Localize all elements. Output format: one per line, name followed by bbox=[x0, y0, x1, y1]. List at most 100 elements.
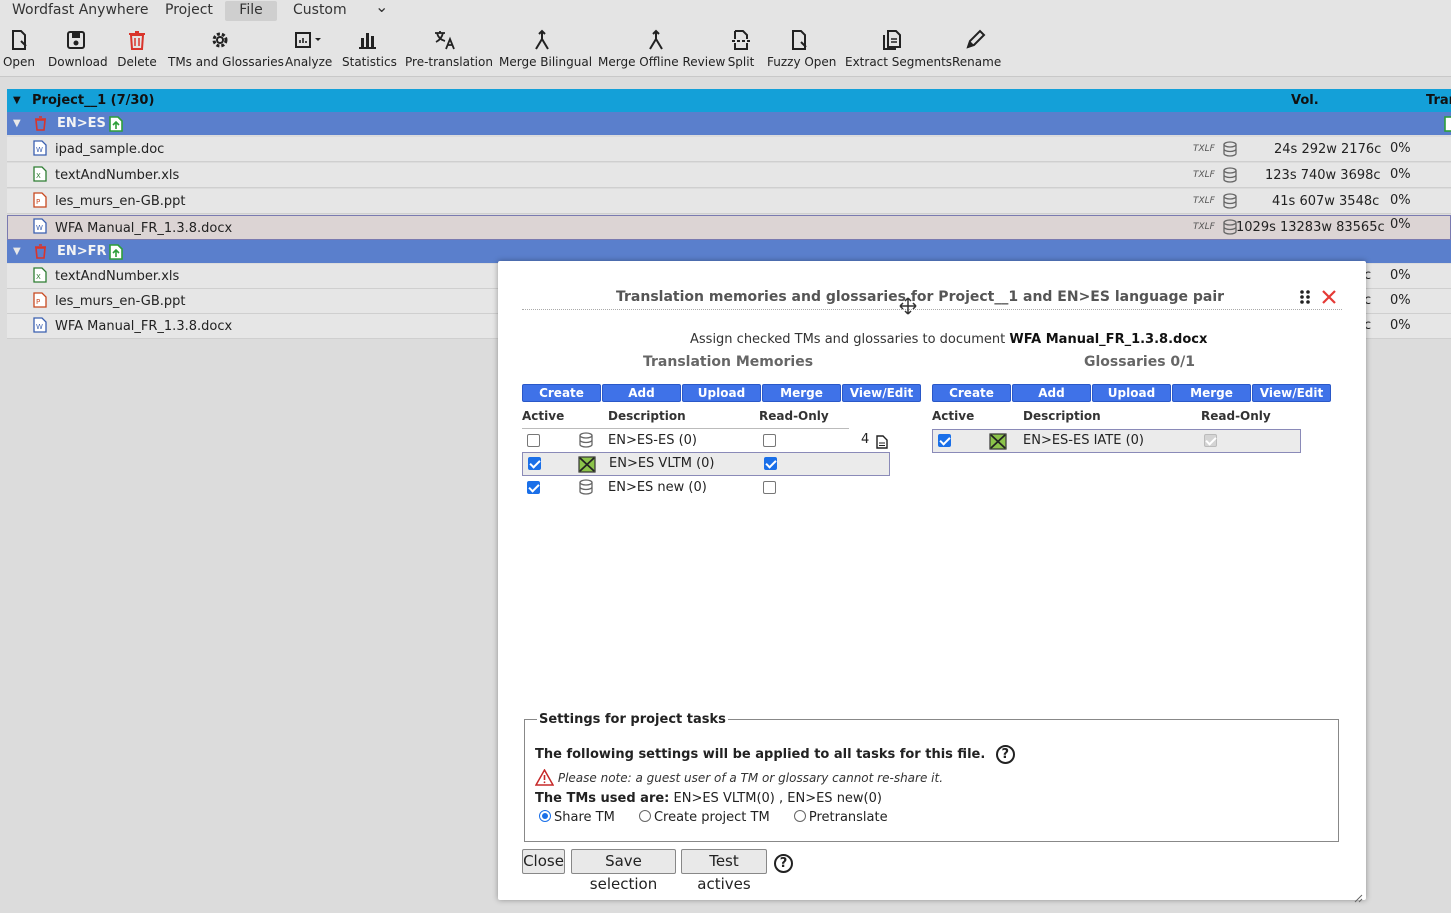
create-project-tm-radio[interactable] bbox=[638, 810, 651, 822]
tm-section-title: Translation Memories bbox=[643, 354, 814, 370]
file-pct: 0% bbox=[1390, 167, 1411, 182]
file-vol: 41s 607w 3548c bbox=[1272, 194, 1380, 209]
merge-icon bbox=[535, 29, 549, 50]
tm-row[interactable]: EN>ES new (0) bbox=[522, 476, 890, 500]
pretranslation-button[interactable]: Pre-translation bbox=[405, 27, 493, 73]
save-disk-icon bbox=[67, 31, 85, 49]
tm-button-row: Create Add Upload Merge View/Edit bbox=[522, 384, 922, 402]
merge-review-icon bbox=[649, 29, 663, 50]
database-icon[interactable] bbox=[1222, 167, 1238, 191]
analyze-button[interactable]: Analyze bbox=[285, 27, 332, 73]
statistics-label: Statistics bbox=[342, 55, 397, 69]
menu-app[interactable]: Wordfast Anywhere bbox=[6, 1, 154, 21]
glossary-merge-button[interactable]: Merge bbox=[1172, 384, 1251, 402]
tms-glossaries-button[interactable]: TMs and Glossaries bbox=[168, 27, 284, 73]
save-selection-button[interactable]: Save selection bbox=[571, 849, 676, 893]
excel-doc-icon: X bbox=[33, 267, 47, 291]
menu-bar: Wordfast Anywhere Project File Custom ⌄ bbox=[0, 0, 1451, 21]
help-icon[interactable]: ? bbox=[995, 745, 1015, 764]
close-x-icon[interactable] bbox=[1321, 289, 1337, 309]
tm-active-checkbox[interactable] bbox=[527, 434, 540, 447]
tm-add-button[interactable]: Add bbox=[602, 384, 681, 402]
tm-readonly-checkbox[interactable] bbox=[764, 457, 777, 470]
merge-bilingual-button[interactable]: Merge Bilingual bbox=[499, 27, 592, 73]
statistics-button[interactable]: Statistics bbox=[342, 27, 397, 73]
lang-row-en-es[interactable]: ▼ EN>ES bbox=[7, 112, 1451, 135]
extract-segments-button[interactable]: Extract Segments bbox=[845, 27, 952, 73]
fuzzy-open-button[interactable]: Fuzzy Open bbox=[767, 27, 836, 73]
tm-create-button[interactable]: Create bbox=[522, 384, 601, 402]
expand-caret-icon[interactable]: ▼ bbox=[13, 240, 21, 263]
glossary-active-checkbox[interactable] bbox=[938, 434, 951, 447]
tm-active-checkbox[interactable] bbox=[528, 457, 541, 470]
glossary-section-title: Glossaries 0/1 bbox=[1084, 354, 1196, 370]
resize-grip-icon[interactable] bbox=[1354, 888, 1363, 907]
tms-used-value: EN>ES VLTM(0) , EN>ES new(0) bbox=[673, 791, 882, 806]
test-actives-button[interactable]: Test actives bbox=[681, 849, 767, 893]
file-type: TXLF bbox=[1193, 196, 1215, 206]
tm-row-selected[interactable]: EN>ES VLTM (0) bbox=[522, 452, 890, 476]
pretranslate-option[interactable]: Pretranslate bbox=[793, 810, 888, 825]
split-doc-icon bbox=[732, 30, 750, 50]
tm-readonly-checkbox[interactable] bbox=[763, 434, 776, 447]
tm-description: EN>ES new (0) bbox=[608, 480, 707, 495]
file-name: les_murs_en-GB.ppt bbox=[55, 194, 186, 209]
download-button[interactable]: Download bbox=[48, 27, 108, 73]
tm-view-edit-button[interactable]: View/Edit bbox=[842, 384, 921, 402]
document-icon[interactable] bbox=[876, 434, 888, 453]
gear-icon bbox=[212, 32, 228, 48]
expand-caret-icon[interactable]: ▼ bbox=[13, 89, 21, 112]
file-row[interactable]: W ipad_sample.doc TXLF 24s 292w 2176c 0% bbox=[7, 137, 1451, 162]
menu-project[interactable]: Project bbox=[159, 1, 219, 21]
file-row[interactable]: X textAndNumber.xls TXLF 123s 740w 3698c… bbox=[7, 163, 1451, 188]
glossary-upload-button[interactable]: Upload bbox=[1092, 384, 1171, 402]
tm-upload-button[interactable]: Upload bbox=[682, 384, 761, 402]
open-label: Open bbox=[2, 55, 36, 69]
help-icon[interactable]: ? bbox=[774, 854, 793, 873]
glossary-view-edit-button[interactable]: View/Edit bbox=[1252, 384, 1331, 402]
glossary-button-row: Create Add Upload Merge View/Edit bbox=[932, 384, 1332, 402]
tm-col-description: Description bbox=[608, 409, 686, 423]
svg-text:X: X bbox=[36, 172, 41, 180]
tm-row[interactable]: EN>ES-ES (0) bbox=[522, 429, 890, 453]
merge-offline-review-button[interactable]: Merge Offline Review bbox=[598, 27, 725, 73]
menu-custom[interactable]: Custom bbox=[287, 1, 353, 21]
tm-active-checkbox[interactable] bbox=[527, 481, 540, 494]
pretranslate-radio[interactable] bbox=[793, 810, 806, 822]
file-vol: 24s 292w 2176c bbox=[1274, 142, 1382, 157]
share-tm-radio[interactable] bbox=[539, 810, 551, 822]
svg-text:P: P bbox=[36, 198, 40, 206]
open-button[interactable]: Open bbox=[2, 27, 36, 73]
database-icon[interactable] bbox=[1222, 193, 1238, 217]
dialog-title[interactable]: Translation memories and glossaries for … bbox=[616, 289, 1224, 305]
file-type: TXLF bbox=[1193, 222, 1215, 232]
glossary-add-button[interactable]: Add bbox=[1012, 384, 1091, 402]
create-project-tm-option[interactable]: Create project TM bbox=[638, 810, 770, 825]
glossary-col-active: Active bbox=[932, 409, 975, 423]
fuzzy-open-icon bbox=[792, 30, 807, 50]
close-button[interactable]: Close bbox=[522, 849, 565, 874]
lang-row-en-fr[interactable]: ▼ EN>FR bbox=[7, 240, 1451, 263]
tm-readonly-checkbox[interactable] bbox=[763, 481, 776, 494]
drag-handle-icon[interactable] bbox=[1299, 289, 1311, 309]
assign-text: Assign checked TMs and glossaries to doc… bbox=[690, 332, 1207, 347]
rename-button[interactable]: Rename bbox=[952, 27, 1001, 73]
settings-note-text: Please note: a guest user of a TM or glo… bbox=[557, 771, 944, 785]
expand-caret-icon[interactable]: ▼ bbox=[13, 112, 21, 135]
project-row[interactable]: ▼ Project__1 (7/30) Vol. Tran bbox=[7, 89, 1451, 112]
tm-merge-button[interactable]: Merge bbox=[762, 384, 841, 402]
delete-lang-trash-icon[interactable] bbox=[34, 116, 47, 139]
database-icon[interactable] bbox=[1222, 141, 1238, 165]
split-button[interactable]: Split bbox=[726, 27, 756, 73]
glossary-create-button[interactable]: Create bbox=[932, 384, 1011, 402]
delete-button[interactable]: Delete bbox=[117, 27, 157, 73]
menu-more-chevron-icon[interactable]: ⌄ bbox=[369, 0, 394, 18]
share-tm-option[interactable]: Share TM bbox=[539, 810, 615, 825]
file-row[interactable]: P les_murs_en-GB.ppt TXLF 41s 607w 3548c… bbox=[7, 189, 1451, 214]
glossary-row-selected[interactable]: EN>ES-ES IATE (0) bbox=[932, 429, 1301, 453]
svg-text:P: P bbox=[36, 298, 40, 306]
excel-doc-icon: X bbox=[33, 166, 47, 190]
file-row-selected[interactable]: W WFA Manual_FR_1.3.8.docx TXLF 1029s 13… bbox=[7, 215, 1451, 240]
glossary-col-readonly: Read-Only bbox=[1201, 409, 1271, 423]
menu-file[interactable]: File bbox=[225, 1, 277, 21]
